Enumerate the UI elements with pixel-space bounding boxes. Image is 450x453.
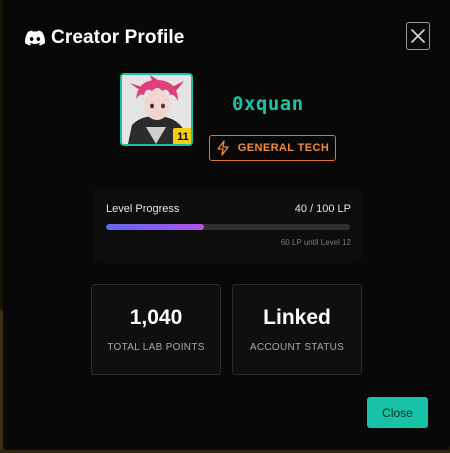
close-x-icon[interactable]	[406, 22, 430, 50]
progress-bar	[106, 224, 350, 230]
stat-card-account-status: Linked ACCOUNT STATUS	[232, 284, 362, 375]
level-progress-card: Level Progress 40 / 100 LP 60 LP until L…	[93, 188, 361, 263]
progress-fill	[106, 224, 204, 230]
progress-hint: 60 LP until Level 12	[280, 238, 351, 247]
stat-label: ACCOUNT STATUS	[249, 342, 345, 353]
stat-value: Linked	[263, 306, 331, 329]
modal-header: Creator Profile	[25, 24, 184, 52]
stat-card-lab-points: 1,040 TOTAL LAB POINTS	[91, 284, 221, 375]
progress-label: Level Progress	[106, 203, 180, 215]
level-badge: 11	[173, 128, 191, 144]
stat-value: 1,040	[129, 306, 183, 329]
progress-value: 40 / 100 LP	[294, 203, 351, 215]
lightning-bolt-icon	[216, 140, 230, 156]
category-label: GENERAL TECH	[237, 142, 330, 154]
username: 0xquan	[232, 93, 304, 115]
close-button[interactable]: Close	[367, 397, 428, 428]
avatar: 11	[120, 73, 193, 146]
stat-label: TOTAL LAB POINTS	[107, 342, 205, 353]
profile-summary: 11 0xquan GENERAL TECH	[120, 73, 350, 163]
creator-profile-modal: Creator Profile 11 0xquan GENERAL TECH L…	[3, 0, 450, 450]
category-badge: GENERAL TECH	[209, 135, 336, 161]
modal-title: Creator Profile	[51, 27, 185, 48]
discord-icon	[25, 30, 46, 46]
